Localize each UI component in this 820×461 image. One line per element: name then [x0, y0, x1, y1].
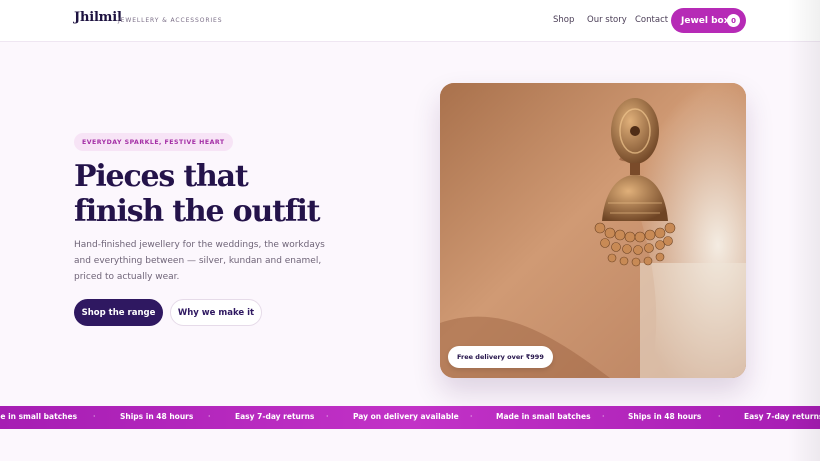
- marquee-item: de in small batches: [0, 412, 78, 421]
- free-delivery-badge: Free delivery over ₹999: [448, 346, 553, 368]
- top-navigation: Jhilmil JEWELLERY & ACCESSORIES Shop Our…: [0, 0, 820, 42]
- hero-title-line-2: finish the outfit: [74, 194, 320, 229]
- hero-title: Pieces that finish the outfit: [74, 159, 404, 229]
- marquee-separator: ·: [602, 412, 605, 421]
- marquee-item: Made in small batches: [496, 412, 591, 421]
- marquee-separator: ·: [93, 412, 96, 421]
- nav-link-our-story[interactable]: Our story: [587, 15, 627, 25]
- jewel-box-count-badge: 0: [727, 14, 740, 27]
- marquee-item: Ships in 48 hours: [628, 412, 702, 421]
- marquee-separator: ·: [326, 412, 329, 421]
- jewel-box-label: Jewel box: [681, 15, 730, 26]
- hero-description: Hand-finished jewellery for the weddings…: [74, 240, 325, 282]
- why-we-make-it-button[interactable]: Why we make it: [170, 299, 262, 326]
- hero-eyebrow-badge: EVERYDAY SPARKLE, FESTIVE HEART: [74, 133, 233, 151]
- marquee-item: Pay on delivery available: [353, 412, 459, 421]
- benefits-marquee: de in small batches · Ships in 48 hours …: [0, 406, 820, 429]
- brand-logo[interactable]: Jhilmil: [74, 10, 122, 25]
- hero-earring-image: Free delivery over ₹999: [440, 83, 746, 378]
- marquee-item: Ships in 48 hours: [120, 412, 194, 421]
- marquee-separator: ·: [208, 412, 211, 421]
- page-edge-shadow: [788, 0, 820, 461]
- marquee-separator: ·: [718, 412, 721, 421]
- marquee-item: Easy 7-day returns: [235, 412, 315, 421]
- jewel-box-button[interactable]: Jewel box 0: [671, 8, 746, 33]
- nav-link-shop[interactable]: Shop: [553, 15, 574, 25]
- nav-link-contact[interactable]: Contact: [635, 15, 668, 25]
- brand-tagline: JEWELLERY & ACCESSORIES: [118, 17, 223, 24]
- jhumka-earring-photo-icon: [440, 83, 746, 378]
- shop-the-range-button[interactable]: Shop the range: [74, 299, 163, 326]
- marquee-separator: ·: [470, 412, 473, 421]
- hero-title-line-1: Pieces that: [74, 159, 249, 194]
- marquee-item: Easy 7-day returns: [744, 412, 820, 421]
